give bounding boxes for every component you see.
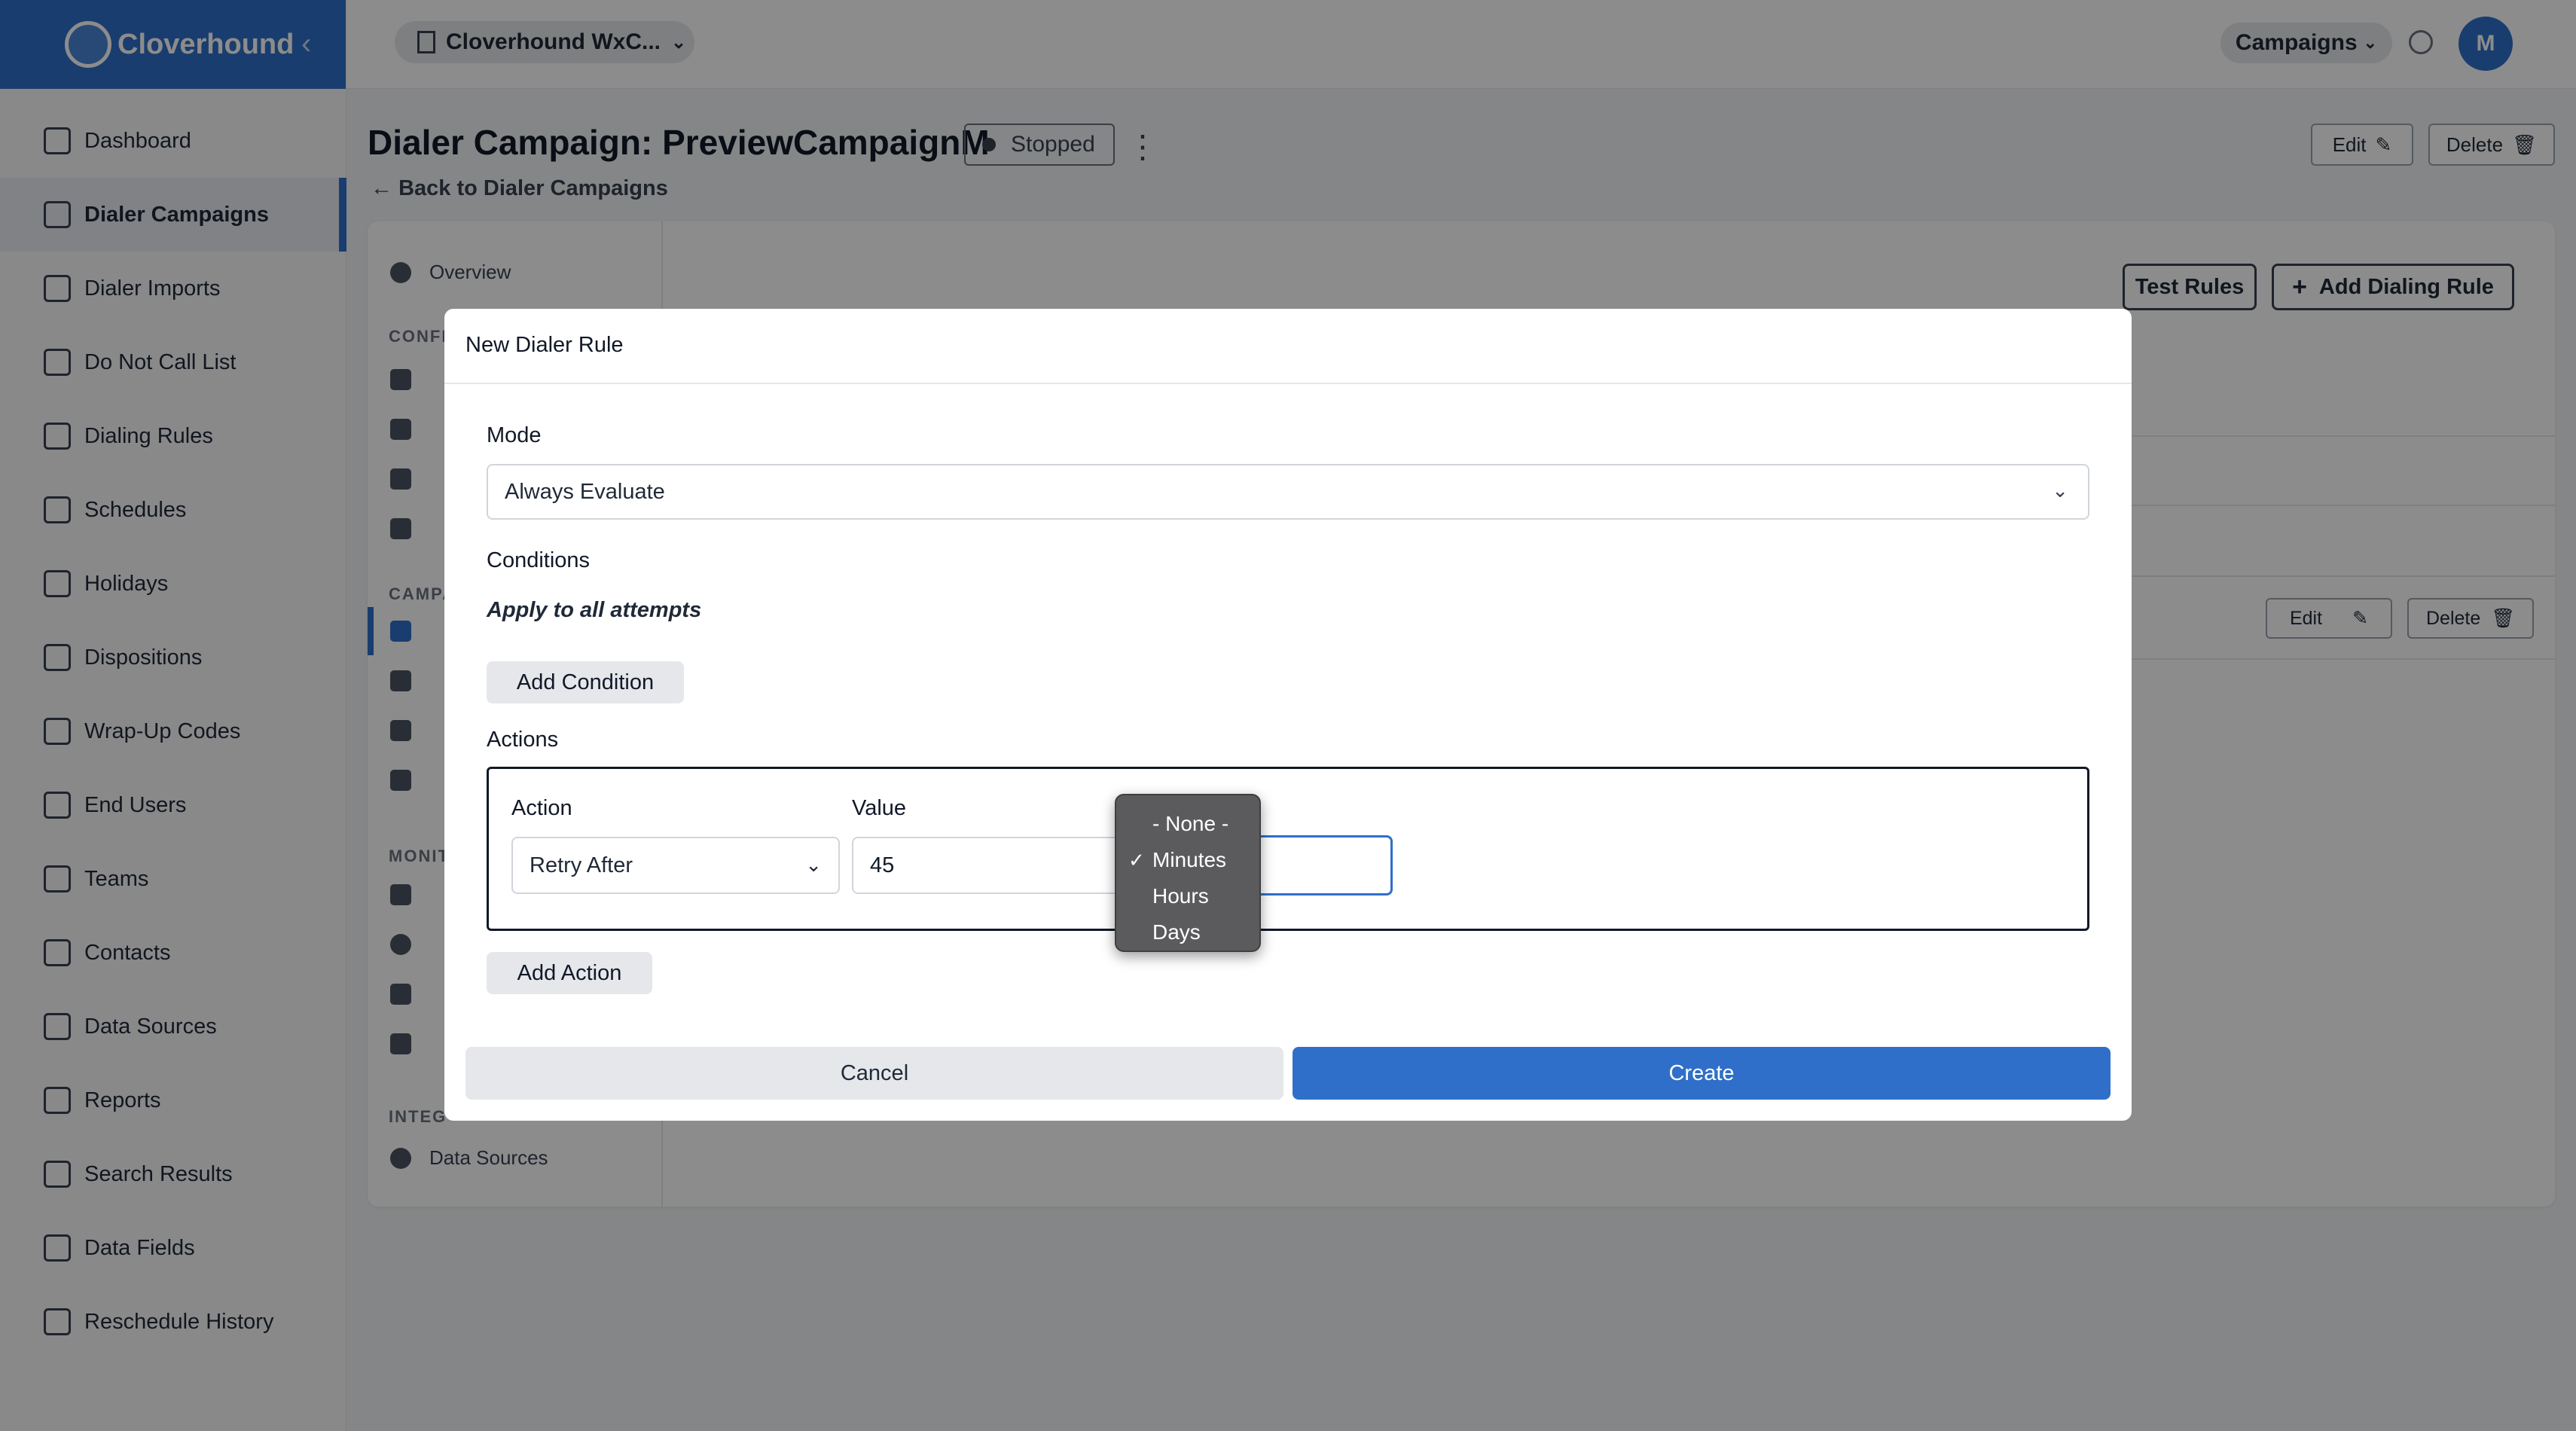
chevron-down-icon: ⌄: [2052, 479, 2068, 502]
unit-option[interactable]: - None -: [1116, 806, 1259, 842]
unit-option-label: Hours: [1152, 884, 1209, 908]
cancel-button[interactable]: Cancel: [465, 1047, 1283, 1100]
conditions-label: Conditions: [487, 548, 591, 572]
create-button[interactable]: Create: [1293, 1047, 2111, 1100]
value-label: Value: [852, 796, 907, 820]
mode-label: Mode: [487, 423, 542, 447]
modal-title: New Dialer Rule: [465, 333, 624, 357]
new-dialer-rule-modal: New Dialer Rule Mode Always Evaluate ⌄ C…: [444, 309, 2132, 1121]
actions-box: Action Value Retry After ⌄: [487, 767, 2089, 931]
chevron-down-icon: ⌄: [805, 853, 822, 876]
add-condition-button[interactable]: Add Condition: [487, 661, 684, 703]
action-select[interactable]: Retry After ⌄: [511, 837, 840, 894]
action-label: Action: [511, 796, 572, 820]
apply-all-attempts-text: Apply to all attempts: [487, 598, 702, 622]
checkmark-icon: ✓: [1128, 848, 1145, 871]
unit-option[interactable]: ✓ Minutes: [1116, 842, 1259, 878]
actions-label: Actions: [487, 728, 559, 752]
unit-option-label: Minutes: [1152, 848, 1227, 871]
unit-option[interactable]: Hours: [1116, 878, 1259, 914]
unit-dropdown-menu: - None - ✓ Minutes Hours Days: [1115, 794, 1261, 952]
mode-select[interactable]: Always Evaluate ⌄: [487, 464, 2089, 520]
add-action-button[interactable]: Add Action: [487, 952, 652, 994]
mode-value: Always Evaluate: [505, 479, 665, 504]
divider: [444, 383, 2132, 384]
unit-option[interactable]: Days: [1116, 914, 1259, 950]
action-value: Retry After: [530, 853, 633, 877]
unit-option-label: - None -: [1152, 812, 1229, 835]
unit-option-label: Days: [1152, 920, 1201, 944]
unit-select[interactable]: [1242, 835, 1393, 896]
